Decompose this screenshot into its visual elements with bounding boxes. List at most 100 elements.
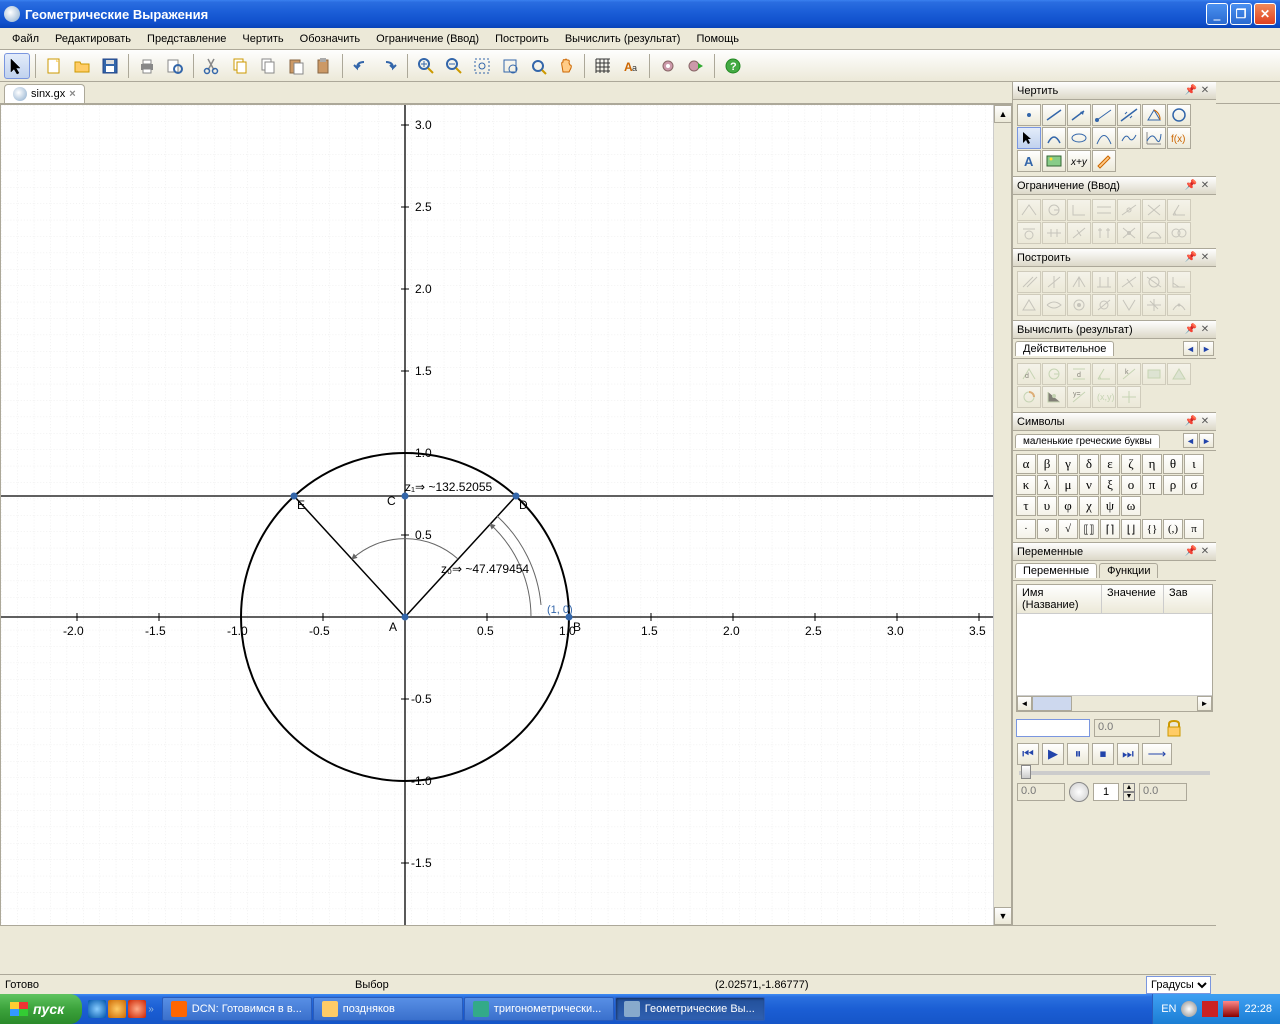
symbol-extra[interactable]: ⌈⌉: [1100, 519, 1120, 539]
symbol-ε[interactable]: ε: [1100, 454, 1120, 474]
print-button[interactable]: [134, 53, 160, 79]
tool-select[interactable]: [1017, 127, 1041, 149]
zoom-in-button[interactable]: [413, 53, 439, 79]
construct-tool-1[interactable]: [1017, 271, 1041, 293]
construct-tool-6[interactable]: [1142, 271, 1166, 293]
font-button[interactable]: Aa: [618, 53, 644, 79]
calc-tool-11[interactable]: (x,y): [1092, 386, 1116, 408]
tool-expr[interactable]: x+y: [1067, 150, 1091, 172]
symbols-tab-next[interactable]: ►: [1199, 433, 1214, 448]
var-name-input[interactable]: [1016, 719, 1090, 737]
maximize-button[interactable]: ❐: [1230, 3, 1252, 25]
calc-tab-real[interactable]: Действительное: [1015, 341, 1114, 356]
symbol-ξ[interactable]: ξ: [1100, 475, 1120, 495]
zoom-all-button[interactable]: [525, 53, 551, 79]
doc-tab-close[interactable]: ×: [69, 88, 75, 100]
panel-close-icon[interactable]: ✕: [1198, 251, 1212, 265]
constrain-tool-8[interactable]: [1017, 222, 1041, 244]
construct-tool-9[interactable]: [1042, 294, 1066, 316]
constrain-tool-7[interactable]: [1167, 199, 1191, 221]
symbol-ο[interactable]: ο: [1121, 475, 1141, 495]
step-down[interactable]: ▼: [1123, 792, 1135, 801]
menu-construct[interactable]: Построить: [487, 30, 557, 48]
panel-pin-icon[interactable]: 📌: [1184, 323, 1198, 337]
tool-arc[interactable]: [1042, 127, 1066, 149]
symbol-ψ[interactable]: ψ: [1100, 496, 1120, 516]
to-field[interactable]: 0.0: [1139, 783, 1187, 801]
player-loop-button[interactable]: ⟶: [1142, 743, 1172, 765]
constrain-tool-3[interactable]: [1067, 199, 1091, 221]
start-button[interactable]: пуск: [0, 994, 82, 1024]
tool-image[interactable]: [1042, 150, 1066, 172]
constrain-tool-5[interactable]: [1117, 199, 1141, 221]
constrain-tool-13[interactable]: [1142, 222, 1166, 244]
tray-clock[interactable]: 22:28: [1244, 1003, 1272, 1015]
calc-tool-8[interactable]: [1017, 386, 1041, 408]
tool-pencil[interactable]: [1092, 150, 1116, 172]
seek-slider[interactable]: [1019, 771, 1210, 775]
tool-function[interactable]: f(x): [1167, 127, 1191, 149]
tray-icon-1[interactable]: [1181, 1001, 1197, 1017]
menu-constrain[interactable]: Ограничение (Ввод): [368, 30, 487, 48]
symbol-extra[interactable]: ⟦⟧: [1079, 519, 1099, 539]
menu-calculate[interactable]: Вычислить (результат): [557, 30, 689, 48]
symbol-τ[interactable]: τ: [1016, 496, 1036, 516]
constrain-tool-1[interactable]: [1017, 199, 1041, 221]
close-button[interactable]: ✕: [1254, 3, 1276, 25]
grid-button[interactable]: [590, 53, 616, 79]
menu-mark[interactable]: Обозначить: [292, 30, 369, 48]
ql-expand[interactable]: »: [148, 1004, 154, 1015]
constrain-tool-11[interactable]: [1092, 222, 1116, 244]
player-stop-button[interactable]: ⏹: [1092, 743, 1114, 765]
taskbar-task[interactable]: Геометрические Вы...: [615, 997, 765, 1021]
ql-app-icon[interactable]: [108, 1000, 126, 1018]
calc-tool-2[interactable]: [1042, 363, 1066, 385]
calc-tool-1[interactable]: d: [1017, 363, 1041, 385]
print-preview-button[interactable]: [162, 53, 188, 79]
var-tab-variables[interactable]: Переменные: [1015, 563, 1097, 578]
tray-icon-2[interactable]: [1202, 1001, 1218, 1017]
minimize-button[interactable]: ‗: [1206, 3, 1228, 25]
constrain-tool-10[interactable]: [1067, 222, 1091, 244]
step-field[interactable]: 1: [1093, 783, 1119, 801]
tool-text[interactable]: A: [1017, 150, 1041, 172]
panel-close-icon[interactable]: ✕: [1198, 545, 1212, 559]
symbol-ν[interactable]: ν: [1079, 475, 1099, 495]
symbol-η[interactable]: η: [1142, 454, 1162, 474]
symbol-μ[interactable]: μ: [1058, 475, 1078, 495]
scroll-up-button[interactable]: ▲: [994, 105, 1012, 123]
lock-icon[interactable]: [1164, 718, 1184, 738]
panel-pin-icon[interactable]: 📌: [1184, 179, 1198, 193]
tool-segment[interactable]: [1042, 104, 1066, 126]
symbol-ω[interactable]: ω: [1121, 496, 1141, 516]
tool-vector[interactable]: [1067, 104, 1091, 126]
construct-tool-4[interactable]: [1092, 271, 1116, 293]
tool-polygon[interactable]: [1142, 104, 1166, 126]
constrain-tool-6[interactable]: [1142, 199, 1166, 221]
symbol-κ[interactable]: κ: [1016, 475, 1036, 495]
panel-pin-icon[interactable]: 📌: [1184, 415, 1198, 429]
construct-tool-5[interactable]: [1117, 271, 1141, 293]
save-button[interactable]: [97, 53, 123, 79]
symbol-π[interactable]: π: [1142, 475, 1162, 495]
zoom-select-button[interactable]: [497, 53, 523, 79]
symbol-extra[interactable]: π: [1184, 519, 1204, 539]
calc-tab-next[interactable]: ►: [1199, 341, 1214, 356]
symbol-extra[interactable]: ∘: [1037, 519, 1057, 539]
var-col-dep[interactable]: Зав: [1164, 585, 1212, 613]
var-tab-functions[interactable]: Функции: [1099, 563, 1158, 578]
symbol-θ[interactable]: θ: [1163, 454, 1183, 474]
stopwatch-icon[interactable]: [1069, 782, 1089, 802]
tool-plot[interactable]: [1142, 127, 1166, 149]
symbols-tab[interactable]: маленькие греческие буквы: [1015, 434, 1160, 448]
symbol-extra[interactable]: ⌊⌋: [1121, 519, 1141, 539]
zoom-out-button[interactable]: [441, 53, 467, 79]
cog-button[interactable]: [655, 53, 681, 79]
calc-tool-9[interactable]: [1042, 386, 1066, 408]
symbol-γ[interactable]: γ: [1058, 454, 1078, 474]
step-up[interactable]: ▲: [1123, 783, 1135, 792]
player-first-button[interactable]: ⏮: [1017, 743, 1039, 765]
copy2-button[interactable]: [255, 53, 281, 79]
menu-view[interactable]: Представление: [139, 30, 234, 48]
constrain-tool-9[interactable]: [1042, 222, 1066, 244]
